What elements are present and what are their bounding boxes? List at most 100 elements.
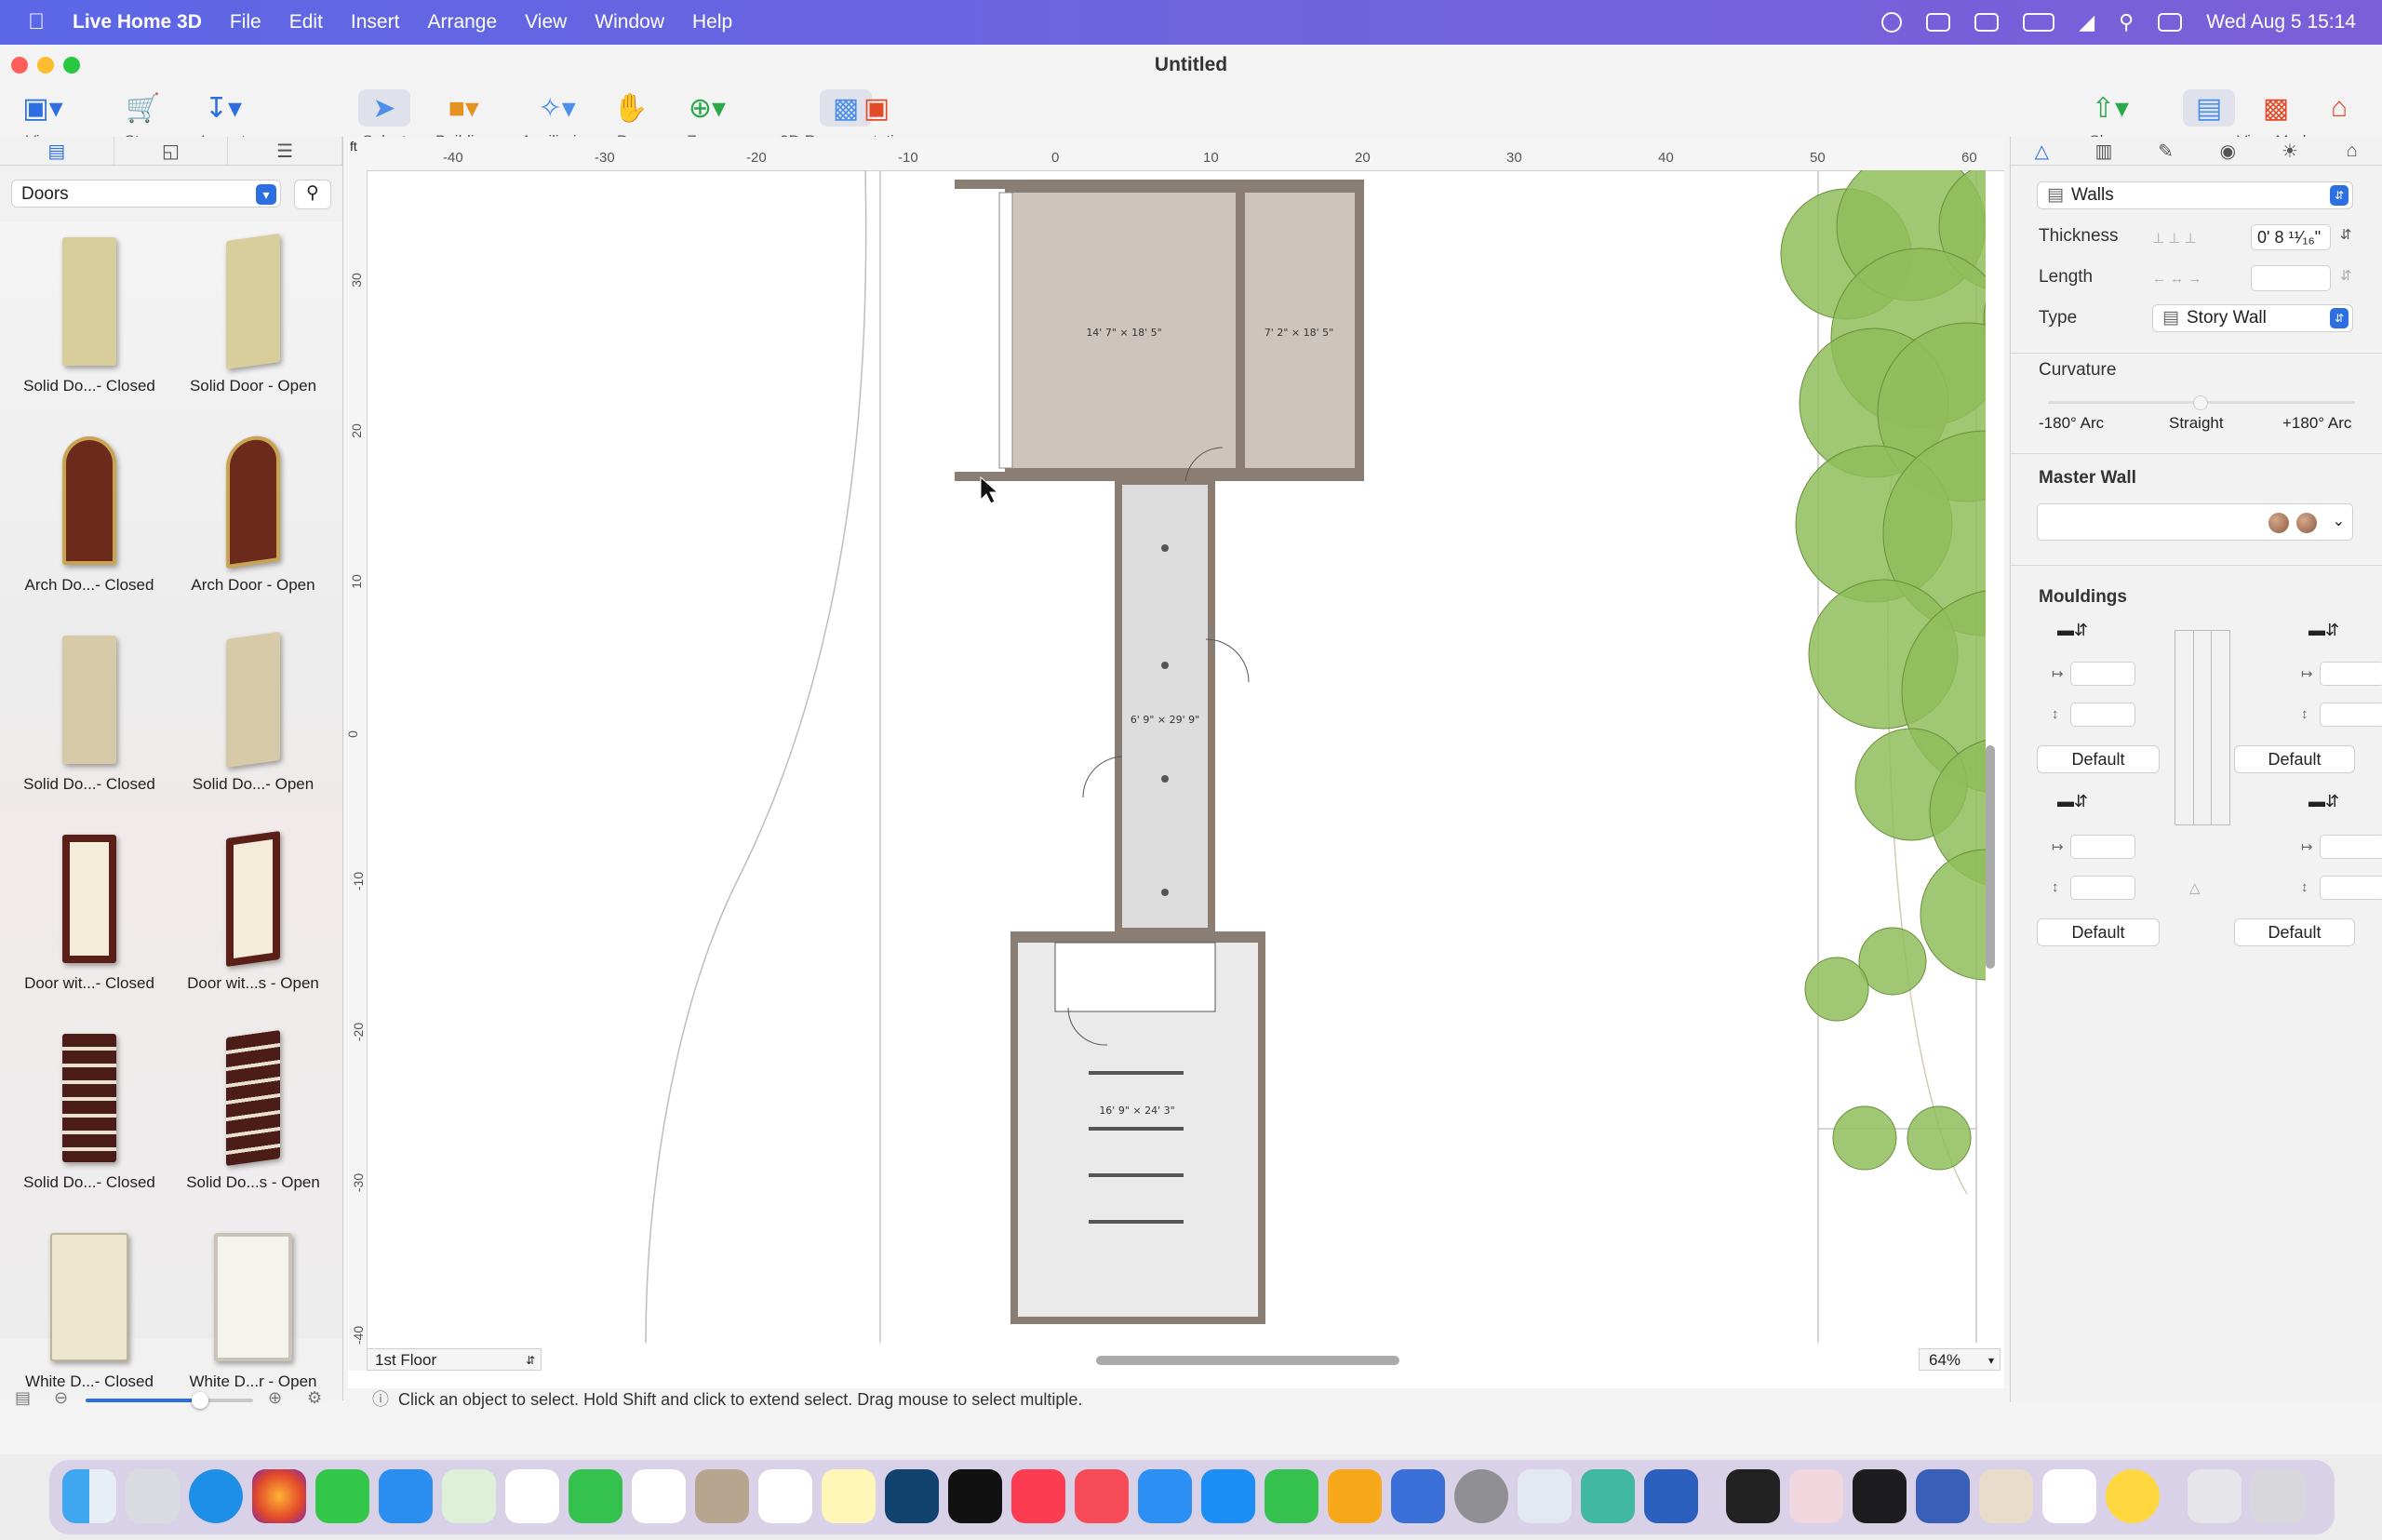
spreadsheet-icon[interactable] [2042, 1469, 2096, 1523]
horizontal-scrollbar[interactable] [1096, 1356, 1399, 1365]
downloads-stack-icon[interactable] [2188, 1469, 2241, 1523]
xcode-icon[interactable] [1391, 1469, 1445, 1523]
reminders-icon[interactable] [758, 1469, 812, 1523]
library-item[interactable]: Solid Door - Open [171, 228, 335, 427]
length-stepper[interactable]: ⇵ [2340, 267, 2352, 284]
library-item[interactable]: Solid Do...s - Open [171, 1024, 335, 1224]
floor-select[interactable]: 1st Floor ⇵ [367, 1348, 542, 1371]
news-icon[interactable] [1075, 1469, 1129, 1523]
moulding-profile-select[interactable]: ▬⇵ [2057, 792, 2088, 811]
tab-materials[interactable]: ◱ [114, 137, 229, 165]
slider-thumb[interactable] [192, 1392, 208, 1409]
moulding-profile-select[interactable]: ▬⇵ [2308, 621, 2339, 640]
maps-icon[interactable] [442, 1469, 496, 1523]
length-align-buttons[interactable]: ← ↔ → [2152, 271, 2201, 287]
menu-window[interactable]: Window [595, 11, 664, 33]
thumbnail-size-slider[interactable] [86, 1399, 253, 1402]
moulding-width-field[interactable] [2070, 662, 2135, 686]
home-designer-icon[interactable] [1979, 1469, 2033, 1523]
tab-light[interactable]: ☀ [2259, 137, 2322, 165]
category-select[interactable]: Doors ▾ [11, 180, 281, 208]
activity-monitor-icon[interactable] [1853, 1469, 1907, 1523]
calendar-icon[interactable] [632, 1469, 686, 1523]
tab-project-list[interactable]: ☰ [228, 137, 343, 165]
vertical-scrollbar[interactable] [1986, 745, 1995, 969]
library-item[interactable]: Arch Do...- Closed [7, 427, 171, 626]
app-store-icon[interactable] [1201, 1469, 1255, 1523]
library-item[interactable]: Solid Do...- Closed [7, 228, 171, 427]
tree-group[interactable] [1780, 170, 1986, 1212]
library-item[interactable]: Solid Do...- Closed [7, 626, 171, 825]
menu-edit[interactable]: Edit [289, 11, 323, 33]
ceiling-light[interactable] [1161, 544, 1169, 552]
master-wall-select[interactable]: ⌄ [2037, 503, 2353, 541]
flip-icon[interactable]: △ [2189, 879, 2201, 896]
apple-icon[interactable]:  [28, 9, 50, 35]
ceiling-light[interactable] [1161, 662, 1169, 669]
default-button[interactable]: Default [2037, 918, 2160, 946]
live-home-3d-icon[interactable] [1789, 1469, 1843, 1523]
control-center-icon[interactable] [2158, 13, 2183, 32]
remote-icon[interactable] [1644, 1469, 1698, 1523]
floor-plan[interactable]: 14' 7" × 18' 5" 7' 2" × 18' 5" 6' 9" × 2… [367, 170, 1986, 1343]
moulding-width-field[interactable] [2070, 835, 2135, 859]
menu-file[interactable]: File [230, 11, 261, 33]
library-item[interactable]: Arch Door - Open [171, 427, 335, 626]
contacts-icon[interactable] [695, 1469, 749, 1523]
tab-library[interactable]: ▤ [0, 137, 114, 165]
image-icon[interactable]: ▤ [15, 1388, 31, 1408]
zoom-out-icon[interactable]: ⊖ [54, 1388, 68, 1408]
firefox-icon[interactable] [252, 1469, 306, 1523]
screen-mirroring-icon[interactable] [1974, 13, 2000, 32]
plan-canvas[interactable]: ft -40 -30 -20 -10 0 10 20 30 40 50 60 3… [348, 137, 2004, 1388]
disk-utility-icon[interactable] [1916, 1469, 1970, 1523]
view-mode-3d-button[interactable]: ⌂ [2313, 89, 2365, 127]
system-settings-icon[interactable] [1454, 1469, 1508, 1523]
view-mode-2d-button[interactable]: ▤ [2183, 89, 2235, 127]
tab-camera[interactable]: ◉ [2197, 137, 2259, 165]
tips-icon[interactable] [2106, 1469, 2160, 1523]
moulding-profile-select[interactable]: ▬⇵ [2057, 621, 2088, 640]
keynote-icon[interactable] [1138, 1469, 1192, 1523]
display-icon[interactable] [1926, 13, 1951, 32]
battery-icon[interactable] [2023, 13, 2055, 32]
library-item[interactable]: Door wit...s - Open [171, 825, 335, 1024]
moulding-height-field[interactable] [2320, 703, 2382, 727]
default-button[interactable]: Default [2037, 745, 2160, 773]
moulding-height-field[interactable] [2320, 876, 2382, 900]
wifi-icon[interactable]: ◢ [2079, 10, 2094, 34]
object-type-select[interactable]: ▤ Walls ⇵ [2037, 181, 2353, 209]
thickness-stepper[interactable]: ⇵ [2340, 226, 2352, 243]
zoom-in-icon[interactable]: ⊕ [268, 1388, 282, 1408]
library-item[interactable]: Door wit...- Closed [7, 825, 171, 1024]
align-buttons[interactable]: ⊥ ⊥ ⊥ [2152, 230, 2197, 247]
notes-icon[interactable] [822, 1469, 876, 1523]
gear-icon[interactable]: ⚙ [307, 1388, 322, 1408]
finder-icon[interactable] [62, 1469, 116, 1523]
zoom-select[interactable]: 64% ▾ [1919, 1348, 2001, 1371]
tab-furniture[interactable]: ▥ [2073, 137, 2135, 165]
trash-icon[interactable] [2251, 1469, 2305, 1523]
menu-clock[interactable]: Wed Aug 5 15:14 [2206, 11, 2356, 33]
music-icon[interactable] [1011, 1469, 1065, 1523]
window[interactable] [998, 192, 1013, 469]
scripting-icon[interactable] [1581, 1469, 1635, 1523]
messages-icon[interactable] [315, 1469, 369, 1523]
photos-icon[interactable] [505, 1469, 559, 1523]
tab-building[interactable]: ⌂ [2321, 137, 2382, 165]
library-search-button[interactable]: ⚲ [294, 180, 331, 209]
wall-type-select[interactable]: ▤ Story Wall ⇵ [2152, 304, 2353, 332]
menu-app-name[interactable]: Live Home 3D [73, 11, 202, 33]
freeform-icon[interactable] [885, 1469, 939, 1523]
moulding-height-field[interactable] [2070, 703, 2135, 727]
moulding-width-field[interactable] [2320, 662, 2382, 686]
mail-icon[interactable] [379, 1469, 433, 1523]
3d-representation-button[interactable]: ▣ [850, 89, 903, 127]
facetime-icon[interactable] [569, 1469, 622, 1523]
menu-insert[interactable]: Insert [351, 11, 400, 33]
tab-materials[interactable]: ✎ [2134, 137, 2197, 165]
safari-icon[interactable] [189, 1469, 243, 1523]
menu-arrange[interactable]: Arrange [427, 11, 497, 33]
default-button[interactable]: Default [2234, 745, 2355, 773]
numbers-icon[interactable] [1265, 1469, 1318, 1523]
